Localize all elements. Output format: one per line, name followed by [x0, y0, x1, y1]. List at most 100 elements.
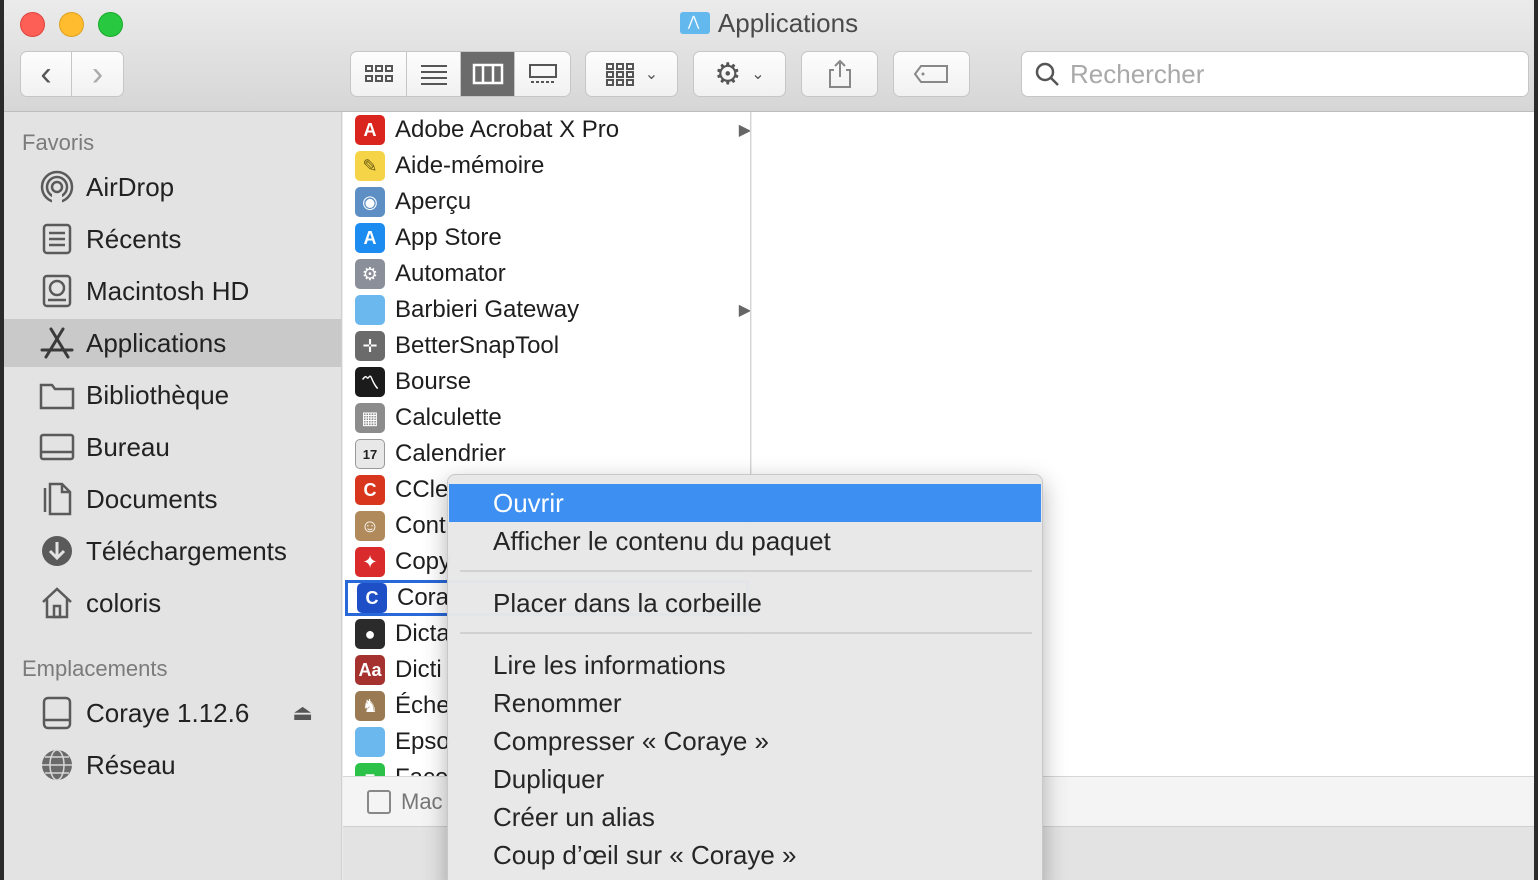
sidebar-item-coraye-volume[interactable]: Coraye 1.12.6 ⏏: [4, 689, 341, 737]
tags-button[interactable]: [893, 51, 970, 97]
chess-icon: ♞: [355, 691, 385, 721]
file-label: Automator: [395, 260, 506, 287]
context-menu-item[interactable]: Coup d’œil sur « Coraye »: [449, 836, 1041, 874]
sidebar-item-label: AirDrop: [86, 171, 175, 202]
path-bar-item[interactable]: Mac: [401, 789, 443, 815]
navigation-group: ‹ ›: [20, 51, 124, 97]
context-menu: Ouvrir Afficher le contenu du paquet Place…: [447, 474, 1043, 880]
context-menu-item[interactable]: Placer dans la corbeille: [449, 584, 1041, 622]
airdrop-icon: [38, 170, 76, 204]
file-row[interactable]: 〽 Bourse: [343, 364, 750, 400]
sidebar-item-recents[interactable]: Récents: [4, 215, 341, 263]
action-menu-button[interactable]: ⚙ ⌄: [693, 51, 786, 97]
context-menu-item[interactable]: Créer un alias: [449, 798, 1041, 836]
context-menu-item[interactable]: Ouvrir: [449, 484, 1041, 522]
group-icon: [605, 63, 634, 86]
search-field[interactable]: [1021, 51, 1529, 97]
title-bar: Applications ‹ › ⌄ ⚙ ⌄: [4, 0, 1534, 112]
sidebar-item-home[interactable]: coloris: [4, 579, 341, 627]
disclosure-arrow-icon: ▶: [738, 302, 751, 319]
sidebar-item-label: coloris: [86, 587, 162, 618]
context-menu-item[interactable]: Renommer: [449, 684, 1041, 722]
file-label: Aperçu: [395, 188, 472, 215]
sidebar-item-documents[interactable]: Documents: [4, 475, 341, 523]
eject-icon[interactable]: ⏏: [292, 700, 313, 726]
back-button[interactable]: ‹: [21, 52, 73, 96]
context-menu-item[interactable]: Lire les informations: [449, 646, 1041, 684]
file-row[interactable]: ▦ Calculette: [343, 400, 750, 436]
sidebar-item-network[interactable]: Réseau: [4, 741, 341, 789]
finder-window: Applications ‹ › ⌄ ⚙ ⌄: [4, 0, 1534, 880]
file-label: App Store: [395, 224, 502, 251]
file-label: BetterSnapTool: [395, 332, 560, 359]
app-store-icon: A: [355, 223, 385, 253]
file-label: Face: [395, 764, 448, 776]
context-menu-item[interactable]: Afficher le contenu du paquet: [449, 522, 1041, 560]
sidebar-item-label: Récents: [86, 223, 182, 254]
file-row[interactable]: ◉ Aperçu: [343, 184, 750, 220]
back-icon: ‹: [40, 54, 52, 93]
file-row[interactable]: ⚙ Automator: [343, 256, 750, 292]
sidebar-item-airdrop[interactable]: AirDrop: [4, 163, 341, 211]
group-by-button[interactable]: ⌄: [585, 51, 678, 97]
share-button[interactable]: [801, 51, 878, 97]
sidebar-item-label: Téléchargements: [86, 535, 287, 566]
disk-icon: [38, 696, 76, 730]
file-label: Cont: [395, 512, 446, 539]
sidebar-locations-header: Emplacements: [22, 656, 168, 681]
recents-icon: [38, 222, 76, 256]
file-label: Dicti: [395, 656, 442, 683]
search-input[interactable]: [1070, 58, 1510, 90]
icon-view-icon: [364, 65, 393, 82]
acrobat-icon: A: [355, 115, 385, 145]
disclosure-arrow-icon: ▶: [738, 122, 751, 139]
file-row[interactable]: ✎ Aide-mémoire: [343, 148, 750, 184]
gear-icon: ⚙: [714, 57, 742, 91]
file-row[interactable]: A App Store: [343, 220, 750, 256]
forward-icon: ›: [91, 54, 104, 93]
file-row[interactable]: A Adobe Acrobat X Pro ▶: [343, 112, 751, 148]
automator-icon: ⚙: [355, 259, 385, 289]
icon-view-button[interactable]: [351, 52, 407, 96]
chevron-down-icon: ⌄: [644, 66, 659, 83]
sidebar-favorites-header: Favoris: [22, 130, 95, 155]
sidebar-item-applications[interactable]: Applications: [4, 319, 341, 367]
file-row[interactable]: ✛ BetterSnapTool: [343, 328, 750, 364]
file-label: CCle: [395, 476, 449, 503]
context-menu-item[interactable]: Dupliquer: [449, 760, 1041, 798]
forward-button[interactable]: ›: [72, 52, 123, 96]
file-label: Bourse: [395, 368, 472, 395]
sidebar-item-label: Coraye 1.12.6: [86, 697, 250, 728]
column-view-icon: [472, 63, 503, 85]
sidebar-item-desktop[interactable]: Bureau: [4, 423, 341, 471]
column-view-button[interactable]: [461, 52, 515, 96]
sidebar-item-label: Réseau: [86, 749, 176, 780]
bettersnaptool-icon: ✛: [355, 331, 385, 361]
list-view-button[interactable]: [407, 52, 461, 96]
dictation-icon: ●: [355, 619, 385, 649]
dictionary-icon: Aa: [355, 655, 385, 685]
sidebar-item-label: Bibliothèque: [86, 379, 230, 410]
sidebar: Favoris AirDrop Récents Macintosh HD App…: [4, 112, 342, 880]
calendar-icon: 17: [355, 439, 385, 469]
hard-drive-icon: [367, 789, 391, 814]
context-menu-item[interactable]: Compresser « Coraye »: [449, 722, 1041, 760]
gallery-view-button[interactable]: [515, 52, 570, 96]
sidebar-item-library[interactable]: Bibliothèque: [4, 371, 341, 419]
share-icon: [828, 59, 851, 88]
tag-icon: [913, 65, 948, 83]
folder-icon: [355, 295, 385, 325]
sidebar-item-label: Bureau: [86, 431, 170, 462]
file-label: Éche: [395, 692, 450, 719]
preview-icon: ◉: [355, 187, 385, 217]
gallery-view-icon: [528, 64, 557, 83]
file-label: Dicta: [395, 620, 450, 647]
applications-icon: [38, 326, 76, 360]
file-row[interactable]: Barbieri Gateway ▶: [343, 292, 751, 328]
sidebar-item-macintosh-hd[interactable]: Macintosh HD: [4, 267, 341, 315]
folder-icon: [355, 727, 385, 757]
file-label: Copy: [395, 548, 452, 575]
sidebar-item-downloads[interactable]: Téléchargements: [4, 527, 341, 575]
folder-icon: [38, 378, 76, 412]
file-row[interactable]: 17 Calendrier: [343, 436, 750, 472]
